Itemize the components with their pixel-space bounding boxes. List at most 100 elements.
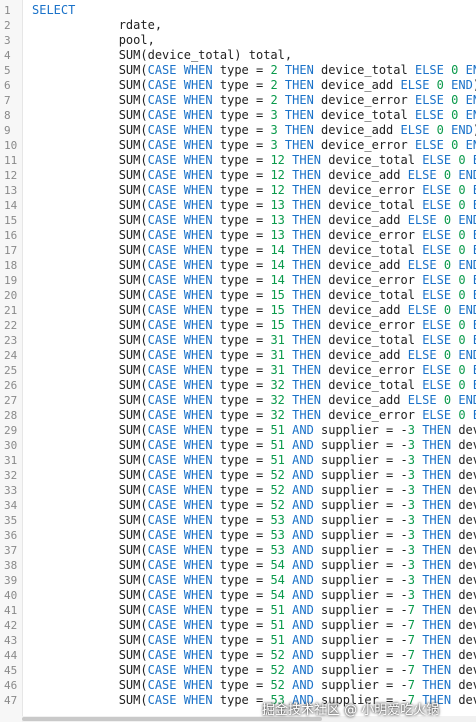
sql-text: device_total [313,108,415,122]
sql-number: 51 [270,603,285,617]
code-line[interactable]: 12 SUM(CASE WHEN type = 12 THEN device_a… [0,168,476,183]
code-line[interactable]: 32 SUM(CASE WHEN type = 52 AND supplier … [0,468,476,483]
code-line[interactable]: 33 SUM(CASE WHEN type = 52 AND supplier … [0,483,476,498]
sql-text: devic [458,633,476,647]
line-number: 16 [4,229,18,242]
sql-keyword: END [458,168,476,182]
code-line[interactable]: 7 SUM(CASE WHEN type = 2 THEN device_err… [0,93,476,108]
code-line[interactable]: 15 SUM(CASE WHEN type = 13 THEN device_a… [0,213,476,228]
code-line[interactable]: 19 SUM(CASE WHEN type = 14 THEN device_e… [0,273,476,288]
code-line[interactable]: 30 SUM(CASE WHEN type = 51 AND supplier … [0,438,476,453]
sql-editor[interactable]: 1 SELECT 2 rdate, 3 pool, 4 SUM(device_total… [0,0,476,722]
sql-keyword: THEN [284,63,314,77]
sql-text: devic [458,588,476,602]
sql-keyword: CASE [147,648,177,662]
sql-text: type = [212,558,271,572]
code-line[interactable]: 25 SUM(CASE WHEN type = 31 THEN device_e… [0,363,476,378]
code-line[interactable]: 20 SUM(CASE WHEN type = 15 THEN device_t… [0,288,476,303]
code-line[interactable]: 14 SUM(CASE WHEN type = 13 THEN device_t… [0,198,476,213]
sql-keyword: THEN [292,243,322,257]
sql-keyword: CASE [147,348,177,362]
code-text: SUM(CASE WHEN type = 12 THEN device_erro… [32,183,476,198]
sql-number: 54 [270,558,285,572]
line-number: 46 [4,679,18,692]
sql-keyword: ELSE [407,168,437,182]
code-line[interactable]: 16 SUM(CASE WHEN type = 13 THEN device_e… [0,228,476,243]
line-number: 42 [4,619,18,632]
sql-number: 52 [270,663,285,677]
code-line[interactable]: 29 SUM(CASE WHEN type = 51 AND supplier … [0,423,476,438]
sql-text: device_error [321,408,423,422]
sql-text: type = [212,318,271,332]
code-line[interactable]: 28 SUM(CASE WHEN type = 32 THEN device_e… [0,408,476,423]
code-line[interactable]: 23 SUM(CASE WHEN type = 31 THEN device_t… [0,333,476,348]
sql-keyword: ELSE [422,378,452,392]
sql-keyword: CASE [147,138,177,152]
code-line[interactable]: 41 SUM(CASE WHEN type = 51 AND supplier … [0,603,476,618]
sql-text: devic [458,438,476,452]
code-line[interactable]: 27 SUM(CASE WHEN type = 32 THEN device_a… [0,393,476,408]
sql-text: SUM( [32,348,148,362]
code-line[interactable]: 37 SUM(CASE WHEN type = 53 AND supplier … [0,543,476,558]
code-line[interactable]: 4 SUM(device_total) total, [0,48,476,63]
sql-keyword: THEN [422,453,452,467]
sql-text: devic [458,663,476,677]
sql-keyword: AND [292,558,314,572]
code-line[interactable]: 9 SUM(CASE WHEN type = 3 THEN device_add… [0,123,476,138]
code-line[interactable]: 45 SUM(CASE WHEN type = 52 AND supplier … [0,663,476,678]
code-text: SUM(CASE WHEN type = 31 THEN device_add … [32,348,476,363]
code-line[interactable]: 5 SUM(CASE WHEN type = 2 THEN device_tot… [0,63,476,78]
code-line[interactable]: 36 SUM(CASE WHEN type = 53 AND supplier … [0,528,476,543]
sql-number: 3 [407,588,415,602]
code-line[interactable]: 43 SUM(CASE WHEN type = 51 AND supplier … [0,633,476,648]
code-line[interactable]: 10 SUM(CASE WHEN type = 3 THEN device_er… [0,138,476,153]
sql-text: type = [212,363,271,377]
code-line[interactable]: 38 SUM(CASE WHEN type = 54 AND supplier … [0,558,476,573]
sql-keyword: CASE [147,498,177,512]
code-line[interactable]: 8 SUM(CASE WHEN type = 3 THEN device_tot… [0,108,476,123]
sql-keyword: ELSE [407,348,437,362]
code-lines[interactable]: 1 SELECT 2 rdate, 3 pool, 4 SUM(device_total… [0,3,476,708]
sql-keyword: WHEN [183,258,213,272]
sql-keyword: WHEN [183,273,213,287]
code-text: SUM(CASE WHEN type = 32 THEN device_add … [32,393,476,408]
sql-keyword: ELSE [414,93,444,107]
code-text: SUM(CASE WHEN type = 51 AND supplier = -… [32,618,476,633]
code-line[interactable]: 6 SUM(CASE WHEN type = 2 THEN device_add… [0,78,476,93]
code-line[interactable]: 24 SUM(CASE WHEN type = 31 THEN device_a… [0,348,476,363]
sql-keyword: THEN [292,198,322,212]
code-line[interactable]: 11 SUM(CASE WHEN type = 12 THEN device_t… [0,153,476,168]
code-line[interactable]: 40 SUM(CASE WHEN type = 54 AND supplier … [0,588,476,603]
code-line[interactable]: 35 SUM(CASE WHEN type = 53 AND supplier … [0,513,476,528]
code-line[interactable]: 3 pool, [0,33,476,48]
sql-text: device_total [321,243,423,257]
code-line[interactable]: 42 SUM(CASE WHEN type = 51 AND supplier … [0,618,476,633]
code-line[interactable]: 22 SUM(CASE WHEN type = 15 THEN device_e… [0,318,476,333]
code-line[interactable]: 17 SUM(CASE WHEN type = 14 THEN device_t… [0,243,476,258]
code-line[interactable]: 18 SUM(CASE WHEN type = 14 THEN device_a… [0,258,476,273]
code-line[interactable]: 44 SUM(CASE WHEN type = 52 AND supplier … [0,648,476,663]
code-line[interactable]: 13 SUM(CASE WHEN type = 12 THEN device_e… [0,183,476,198]
code-line[interactable]: 46 SUM(CASE WHEN type = 52 AND supplier … [0,678,476,693]
code-line[interactable]: 1 SELECT [0,3,476,18]
code-line[interactable]: 26 SUM(CASE WHEN type = 32 THEN device_t… [0,378,476,393]
code-line[interactable]: 34 SUM(CASE WHEN type = 52 AND supplier … [0,498,476,513]
sql-number: 3 [407,423,415,437]
code-line[interactable]: 31 SUM(CASE WHEN type = 51 AND supplier … [0,453,476,468]
code-line[interactable]: 2 rdate, [0,18,476,33]
sql-number: 0 [436,123,444,137]
sql-text: SUM( [32,258,148,272]
sql-text: SUM( [32,378,148,392]
code-line[interactable]: 21 SUM(CASE WHEN type = 15 THEN device_a… [0,303,476,318]
code-line[interactable]: 39 SUM(CASE WHEN type = 54 AND supplier … [0,573,476,588]
